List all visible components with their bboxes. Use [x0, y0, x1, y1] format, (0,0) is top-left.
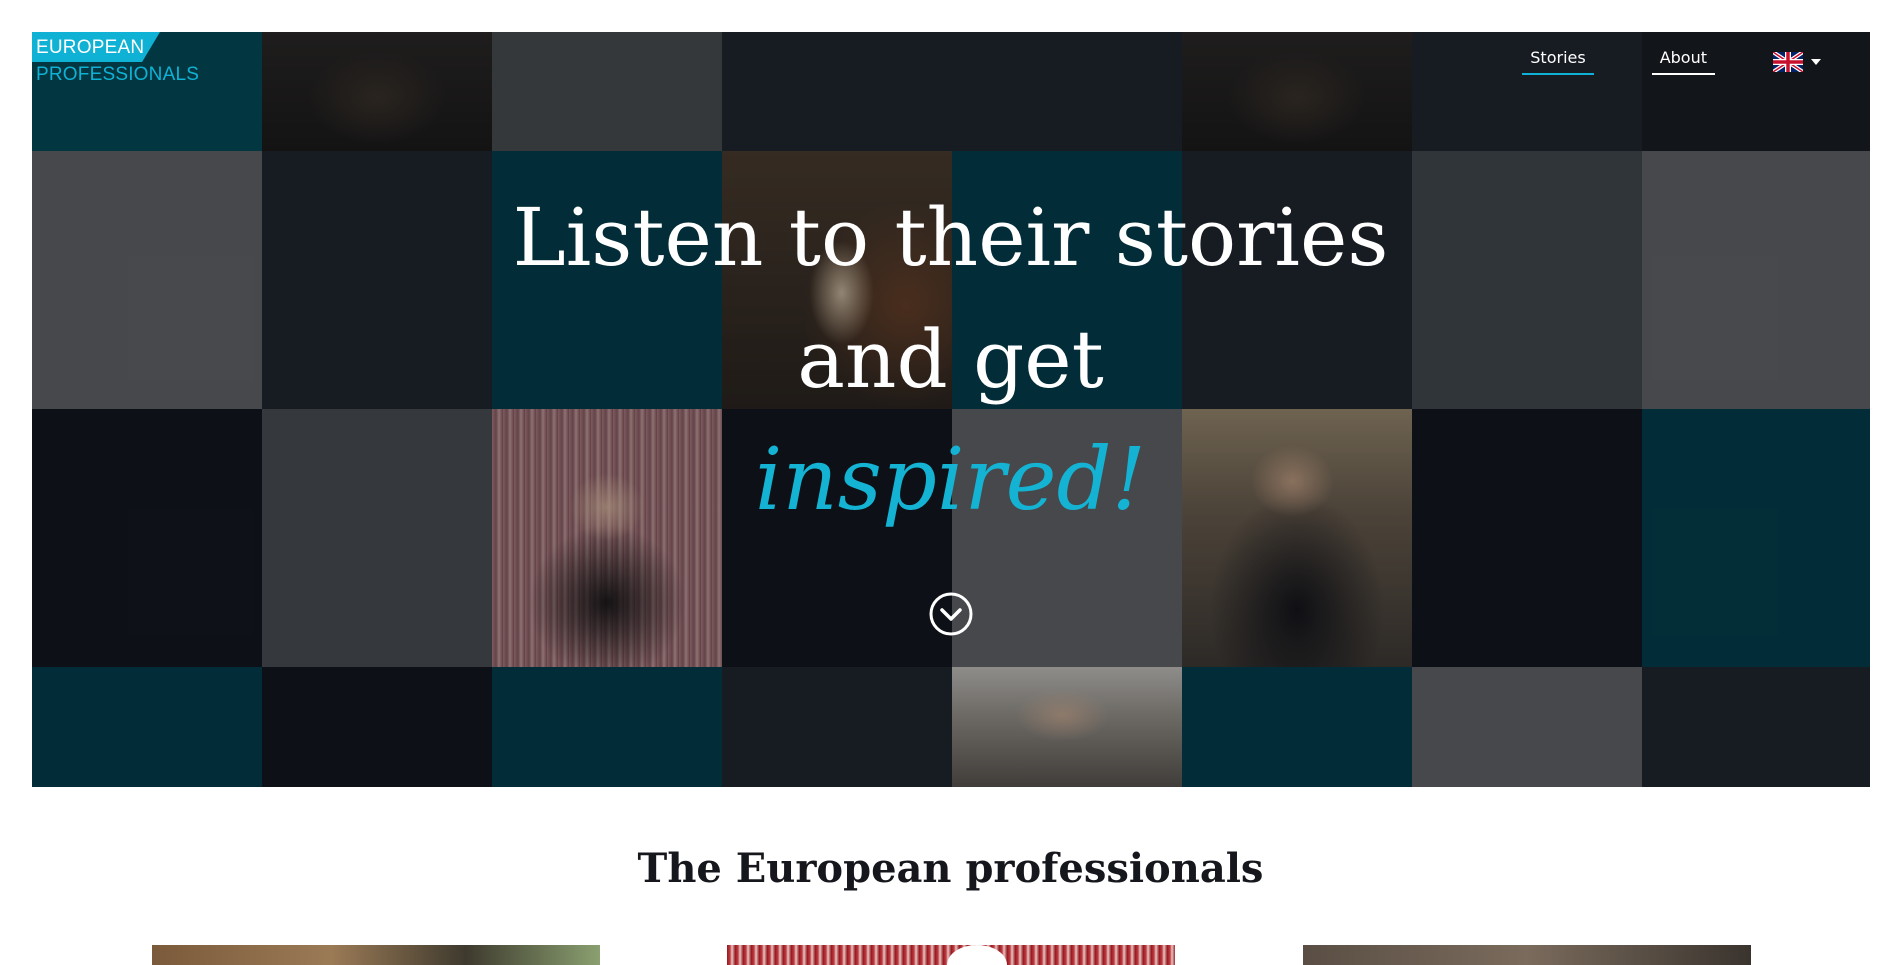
logo-line1: EUROPEAN: [36, 37, 145, 58]
hero-headline-line2: and get: [797, 313, 1104, 406]
chevron-down-circle-icon[interactable]: [928, 591, 974, 637]
professional-card[interactable]: [1303, 945, 1751, 965]
professionals-cards: [0, 945, 1901, 965]
hero-headline-line1: Listen to their stories: [512, 191, 1389, 284]
nav-about-link[interactable]: About: [1651, 48, 1715, 75]
main-nav: Stories About: [1522, 48, 1821, 75]
logo-line2: PROFESSIONALS: [36, 64, 200, 85]
nav-stories-link[interactable]: Stories: [1522, 48, 1594, 75]
chevron-down-icon: [1811, 58, 1821, 65]
hero-headline-line3: inspired!: [754, 430, 1147, 530]
professional-card[interactable]: [727, 945, 1175, 965]
site-logo[interactable]: EUROPEAN PROFESSIONALS: [32, 32, 242, 92]
uk-flag-icon: [1773, 51, 1803, 72]
language-selector[interactable]: [1773, 51, 1821, 72]
section-title: The European professionals: [637, 845, 1264, 892]
professional-card[interactable]: [152, 945, 600, 965]
